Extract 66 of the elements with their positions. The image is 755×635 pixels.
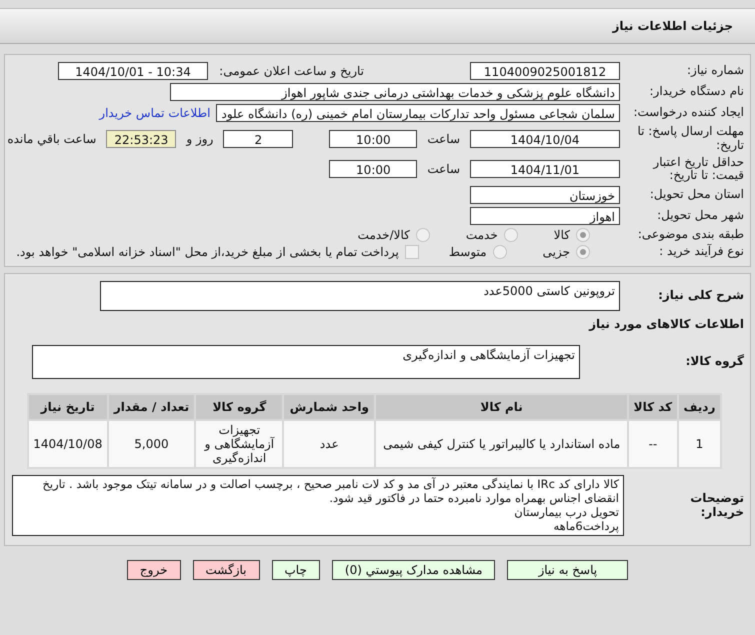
field-label: شرح کلی نیاز: xyxy=(657,289,744,304)
field-label: ساعت xyxy=(426,132,461,146)
summary-textarea: تروپونین کاستی 5000عدد xyxy=(100,281,620,312)
field-label: شماره نیاز: xyxy=(686,64,744,78)
field-label: ایجاد کننده درخواست: xyxy=(632,106,744,120)
radio-label: جزیی xyxy=(542,245,570,260)
column-header: نام کالا xyxy=(376,395,627,420)
column-header: ردیف xyxy=(678,395,720,420)
table-cell: ماده استاندارد یا کالیبراتور یا کنترل کیفی شیمی xyxy=(376,421,627,468)
radio-button[interactable] xyxy=(576,245,590,260)
action-button[interactable]: مشاهده مدارک پیوستي (0) xyxy=(332,560,496,580)
radio-button[interactable] xyxy=(504,228,518,242)
field-label: شهر محل تحویل: xyxy=(656,209,744,224)
action-button[interactable]: خروج xyxy=(126,560,180,580)
field-label: نوع فرآیند خرید : xyxy=(658,245,744,260)
deadline-time-field: 10:00 xyxy=(329,130,418,148)
validity-time-field: 10:00 xyxy=(329,160,418,178)
column-header: تاریخ نیاز xyxy=(29,395,107,420)
checkbox-label: پرداخت تمام یا بخشی از مبلغ خرید،از محل "اسناد خزانه اسلامی" خواهد بود. xyxy=(16,245,399,260)
field-label: ساعت xyxy=(426,162,461,176)
section-heading: اطلاعات کالاهای مورد نیاز xyxy=(588,317,744,332)
column-header: کد کالا xyxy=(628,395,677,420)
radio-label: متوسط xyxy=(448,245,487,260)
field-label: تاریخ و ساعت اعلان عمومی: xyxy=(218,64,364,78)
radio-label: خدمت xyxy=(466,228,498,242)
field-label: توضیحات خریدار: xyxy=(689,492,744,520)
radio-button[interactable] xyxy=(492,245,507,260)
table-cell: 1404/10/08 xyxy=(29,421,107,468)
field-label: طبقه بندی موضوعی: xyxy=(636,228,744,242)
field-label: استان محل تحویل: xyxy=(648,188,744,202)
column-header: گروه کالا xyxy=(196,395,282,420)
field-label: نام دستگاه خريدار: xyxy=(648,85,744,99)
radio-button[interactable] xyxy=(576,228,590,242)
radio-label: کالا/خدمت xyxy=(358,228,410,242)
deadline-date-field: 1404/10/04 xyxy=(470,130,620,148)
remaining-time-field: 22:53:23 xyxy=(106,130,176,148)
table-cell: 5,000 xyxy=(108,421,194,468)
field-label: مهلت ارسال پاسخ: تا تاریخ: xyxy=(636,125,744,153)
creator-field: سلمان شجاعی مسئول واحد تدارکات بیمارستان امام خمینی (ره) دانشگاه علود xyxy=(216,104,620,122)
table-cell: تجهیزات آزمایشگاهی و اندازه‌گیری xyxy=(196,421,282,468)
field-label: روز و xyxy=(184,132,214,146)
buyer-field: دانشگاه علوم پزشکی و خدمات بهداشتی درمانی جندی شاپور اهواز xyxy=(170,83,620,101)
announce-date-field: 1404/10/01 - 10:34 xyxy=(58,62,208,80)
field-label: حداقل تاریخ اعتبار قیمت: تا تاریخ: xyxy=(652,156,744,184)
checkbox[interactable] xyxy=(404,245,419,260)
field-label: ساعت باقي مانده xyxy=(6,132,98,146)
need-number-field: 1104009025001812 xyxy=(470,62,620,80)
action-button[interactable]: پاسخ به نیاز xyxy=(507,560,628,580)
city-field: اهواز xyxy=(470,207,620,226)
table-cell: 1 xyxy=(678,421,720,468)
radio-label: کالا xyxy=(554,228,570,242)
province-field: خوزستان xyxy=(470,186,620,204)
goods-group-textarea: تجهیزات آزمایشگاهی و اندازه‌گیری xyxy=(32,345,580,380)
action-button[interactable]: چاپ xyxy=(272,560,320,580)
validity-date-field: 1404/11/01 xyxy=(470,160,620,178)
column-header: واحد شمارش xyxy=(284,395,374,420)
buyer-notes-textarea: کالا دارای کد IRc با نمایندگی معتبر در آی مد و کد لات نامبر صحیح ، برچسب اصالت و در سامانه تیتک موجود باشد . تاریخ انقضای اجناس بهمراه موارد نامبرده حتما در فاکتور قید شود. تحویل درب بیمارستان پرداخت6ماهه xyxy=(12,475,624,536)
table-cell: -- xyxy=(628,421,677,468)
column-header: تعداد / مقدار xyxy=(108,395,194,420)
days-field: 2 xyxy=(223,130,294,148)
field-label: گروه کالا: xyxy=(684,355,744,370)
buyer-contact-link[interactable]: اطلاعات تماس خریدار xyxy=(99,106,210,120)
radio-button[interactable] xyxy=(416,228,430,242)
action-button[interactable]: بازگشت xyxy=(192,560,260,580)
table-cell: عدد xyxy=(284,421,374,468)
page-title: جزئیات اطلاعات نیاز xyxy=(612,19,733,33)
